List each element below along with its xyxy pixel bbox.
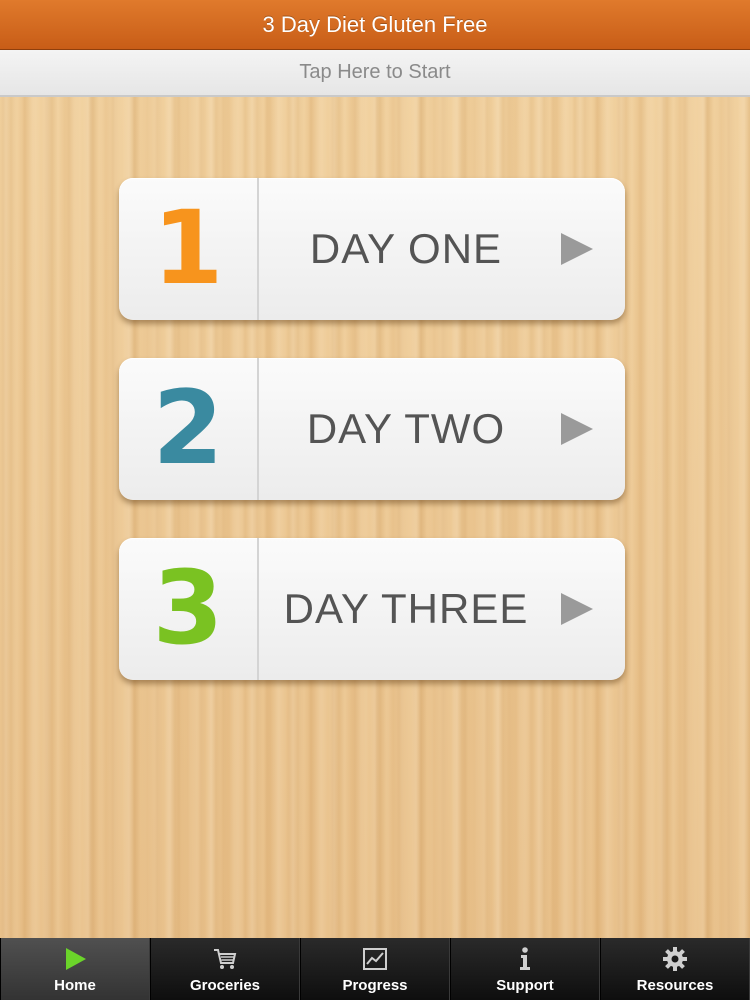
cart-icon <box>214 949 237 969</box>
tab-support[interactable]: Support <box>450 938 600 1000</box>
day-three-button[interactable]: 3 DAY THREE <box>119 538 625 680</box>
tab-groceries[interactable]: Groceries <box>150 938 300 1000</box>
day-number-cell: 1 <box>119 178 259 320</box>
tab-label: Home <box>54 977 96 994</box>
day-two-button[interactable]: 2 DAY TWO <box>119 358 625 500</box>
play-arrow-icon <box>561 233 593 265</box>
tap-to-start-button[interactable]: Tap Here to Start <box>0 50 750 97</box>
day-label: DAY THREE <box>283 585 529 632</box>
day-number: 2 <box>152 369 224 488</box>
tab-label: Progress <box>342 977 408 994</box>
play-icon <box>66 948 86 970</box>
chart-icon <box>363 948 387 970</box>
play-arrow-icon <box>561 413 593 445</box>
day-label: DAY ONE <box>309 225 503 272</box>
tab-resources[interactable]: Resources <box>600 938 750 1000</box>
tab-home[interactable]: Home <box>0 938 150 1000</box>
tab-label: Support <box>496 977 554 994</box>
day-label: DAY TWO <box>306 405 506 452</box>
day-number: 1 <box>152 189 224 308</box>
tab-progress[interactable]: Progress <box>300 938 450 1000</box>
day-number-cell: 3 <box>119 538 259 680</box>
app-title-bar: 3 Day Diet Gluten Free <box>0 0 750 50</box>
bottom-tab-bar: Home Groceries Progress Support Resource… <box>0 938 750 1000</box>
day-one-button[interactable]: 1 DAY ONE <box>119 178 625 320</box>
day-number-cell: 2 <box>119 358 259 500</box>
app-title: 3 Day Diet Gluten Free <box>262 11 488 37</box>
info-icon <box>520 947 530 970</box>
play-arrow-icon <box>561 593 593 625</box>
tab-label: Groceries <box>189 977 261 994</box>
gear-icon <box>663 947 687 971</box>
tap-to-start-label: Tap Here to Start <box>299 61 451 83</box>
day-number: 3 <box>152 549 224 668</box>
tab-label: Resources <box>636 977 714 994</box>
